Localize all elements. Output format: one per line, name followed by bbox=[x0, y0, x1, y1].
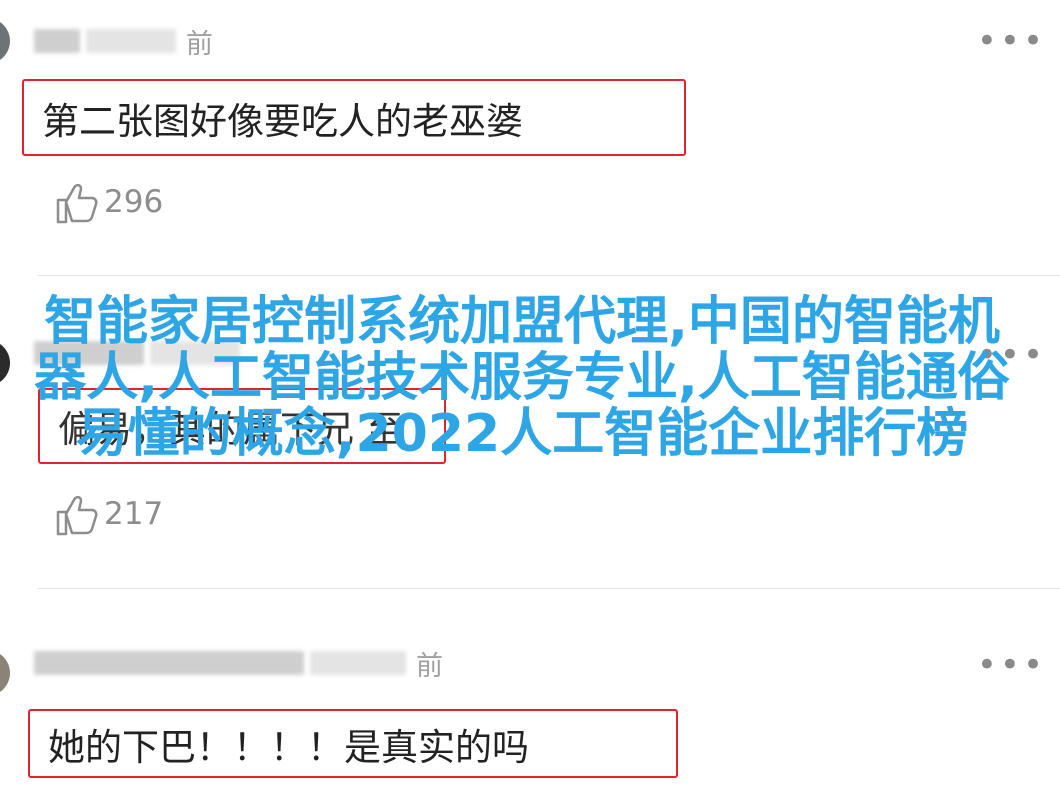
more-options-icon[interactable]: ••• bbox=[977, 648, 1046, 682]
overlay-caption: 智能家居控制系统加盟代理,中国的智能机器人,人工智能技术服务专业,人工智能通俗易… bbox=[34, 292, 1010, 464]
divider bbox=[38, 588, 1060, 589]
avatar[interactable] bbox=[0, 18, 10, 64]
avatar[interactable] bbox=[0, 340, 10, 386]
blurred-timestamp bbox=[86, 29, 176, 53]
divider bbox=[38, 275, 1060, 276]
more-options-icon[interactable]: ••• bbox=[977, 24, 1046, 58]
blurred-timestamp bbox=[310, 651, 406, 675]
timestamp-suffix: 前 bbox=[186, 28, 213, 60]
timestamp-suffix: 前 bbox=[416, 650, 443, 682]
avatar[interactable] bbox=[0, 650, 10, 696]
blurred-username bbox=[34, 29, 80, 53]
thumbs-up-icon bbox=[56, 183, 98, 224]
comment-meta: 前 bbox=[34, 648, 443, 682]
blurred-username bbox=[34, 651, 304, 675]
comment-meta: 前 bbox=[34, 26, 213, 60]
like-button[interactable]: 217 bbox=[54, 490, 163, 538]
comment-text: 第二张图好像要吃人的老巫婆 bbox=[22, 79, 686, 156]
like-button[interactable]: 296 bbox=[54, 178, 163, 226]
like-count: 296 bbox=[104, 184, 164, 220]
like-count: 217 bbox=[104, 496, 164, 532]
thumbs-up-icon bbox=[56, 495, 98, 536]
comment-text: 她的下巴！！！！是真实的吗 bbox=[28, 709, 678, 778]
